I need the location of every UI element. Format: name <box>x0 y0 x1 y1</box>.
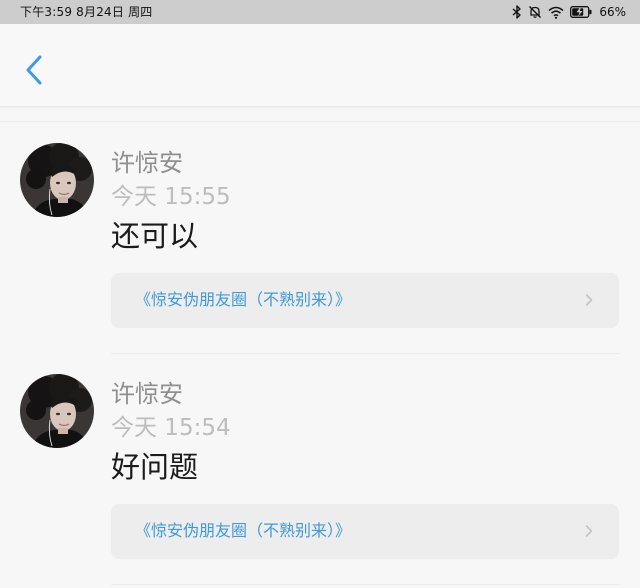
post-link-card[interactable]: 《惊安伪朋友圈（不熟别来）》 <box>111 273 619 328</box>
post-link-title: 《惊安伪朋友圈（不熟别来）》 <box>135 290 352 309</box>
battery-charging-icon <box>570 6 592 18</box>
comment-divider <box>111 353 620 354</box>
avatar[interactable] <box>20 374 94 448</box>
bluetooth-icon <box>512 5 522 19</box>
status-icons: 66% <box>512 3 626 21</box>
post-link-card[interactable]: 《惊安伪朋友圈（不熟别来）》 <box>111 504 619 559</box>
header-bar <box>0 24 640 107</box>
chevron-right-icon <box>584 292 594 308</box>
chevron-right-icon <box>584 523 594 539</box>
comment-text: 还可以 <box>111 219 199 253</box>
battery-percent: 66% <box>599 5 626 19</box>
comment-text: 好问题 <box>111 450 199 484</box>
comment-author[interactable]: 许惊安 <box>111 379 183 409</box>
mute-bell-icon <box>528 5 542 19</box>
comment-author[interactable]: 许惊安 <box>111 148 183 178</box>
status-time-date: 下午3:59 8月24日 周四 <box>20 5 153 19</box>
avatar[interactable] <box>20 143 94 217</box>
comment-time: 今天 15:54 <box>111 415 231 441</box>
header-divider <box>0 121 640 122</box>
comment-time: 今天 15:55 <box>111 184 231 210</box>
post-link-title: 《惊安伪朋友圈（不熟别来）》 <box>135 521 352 540</box>
chevron-left-icon <box>18 52 48 88</box>
back-button[interactable] <box>18 52 48 88</box>
status-bar: 下午3:59 8月24日 周四 66% <box>0 0 640 24</box>
wifi-icon <box>548 6 564 19</box>
comment-divider <box>111 584 620 585</box>
